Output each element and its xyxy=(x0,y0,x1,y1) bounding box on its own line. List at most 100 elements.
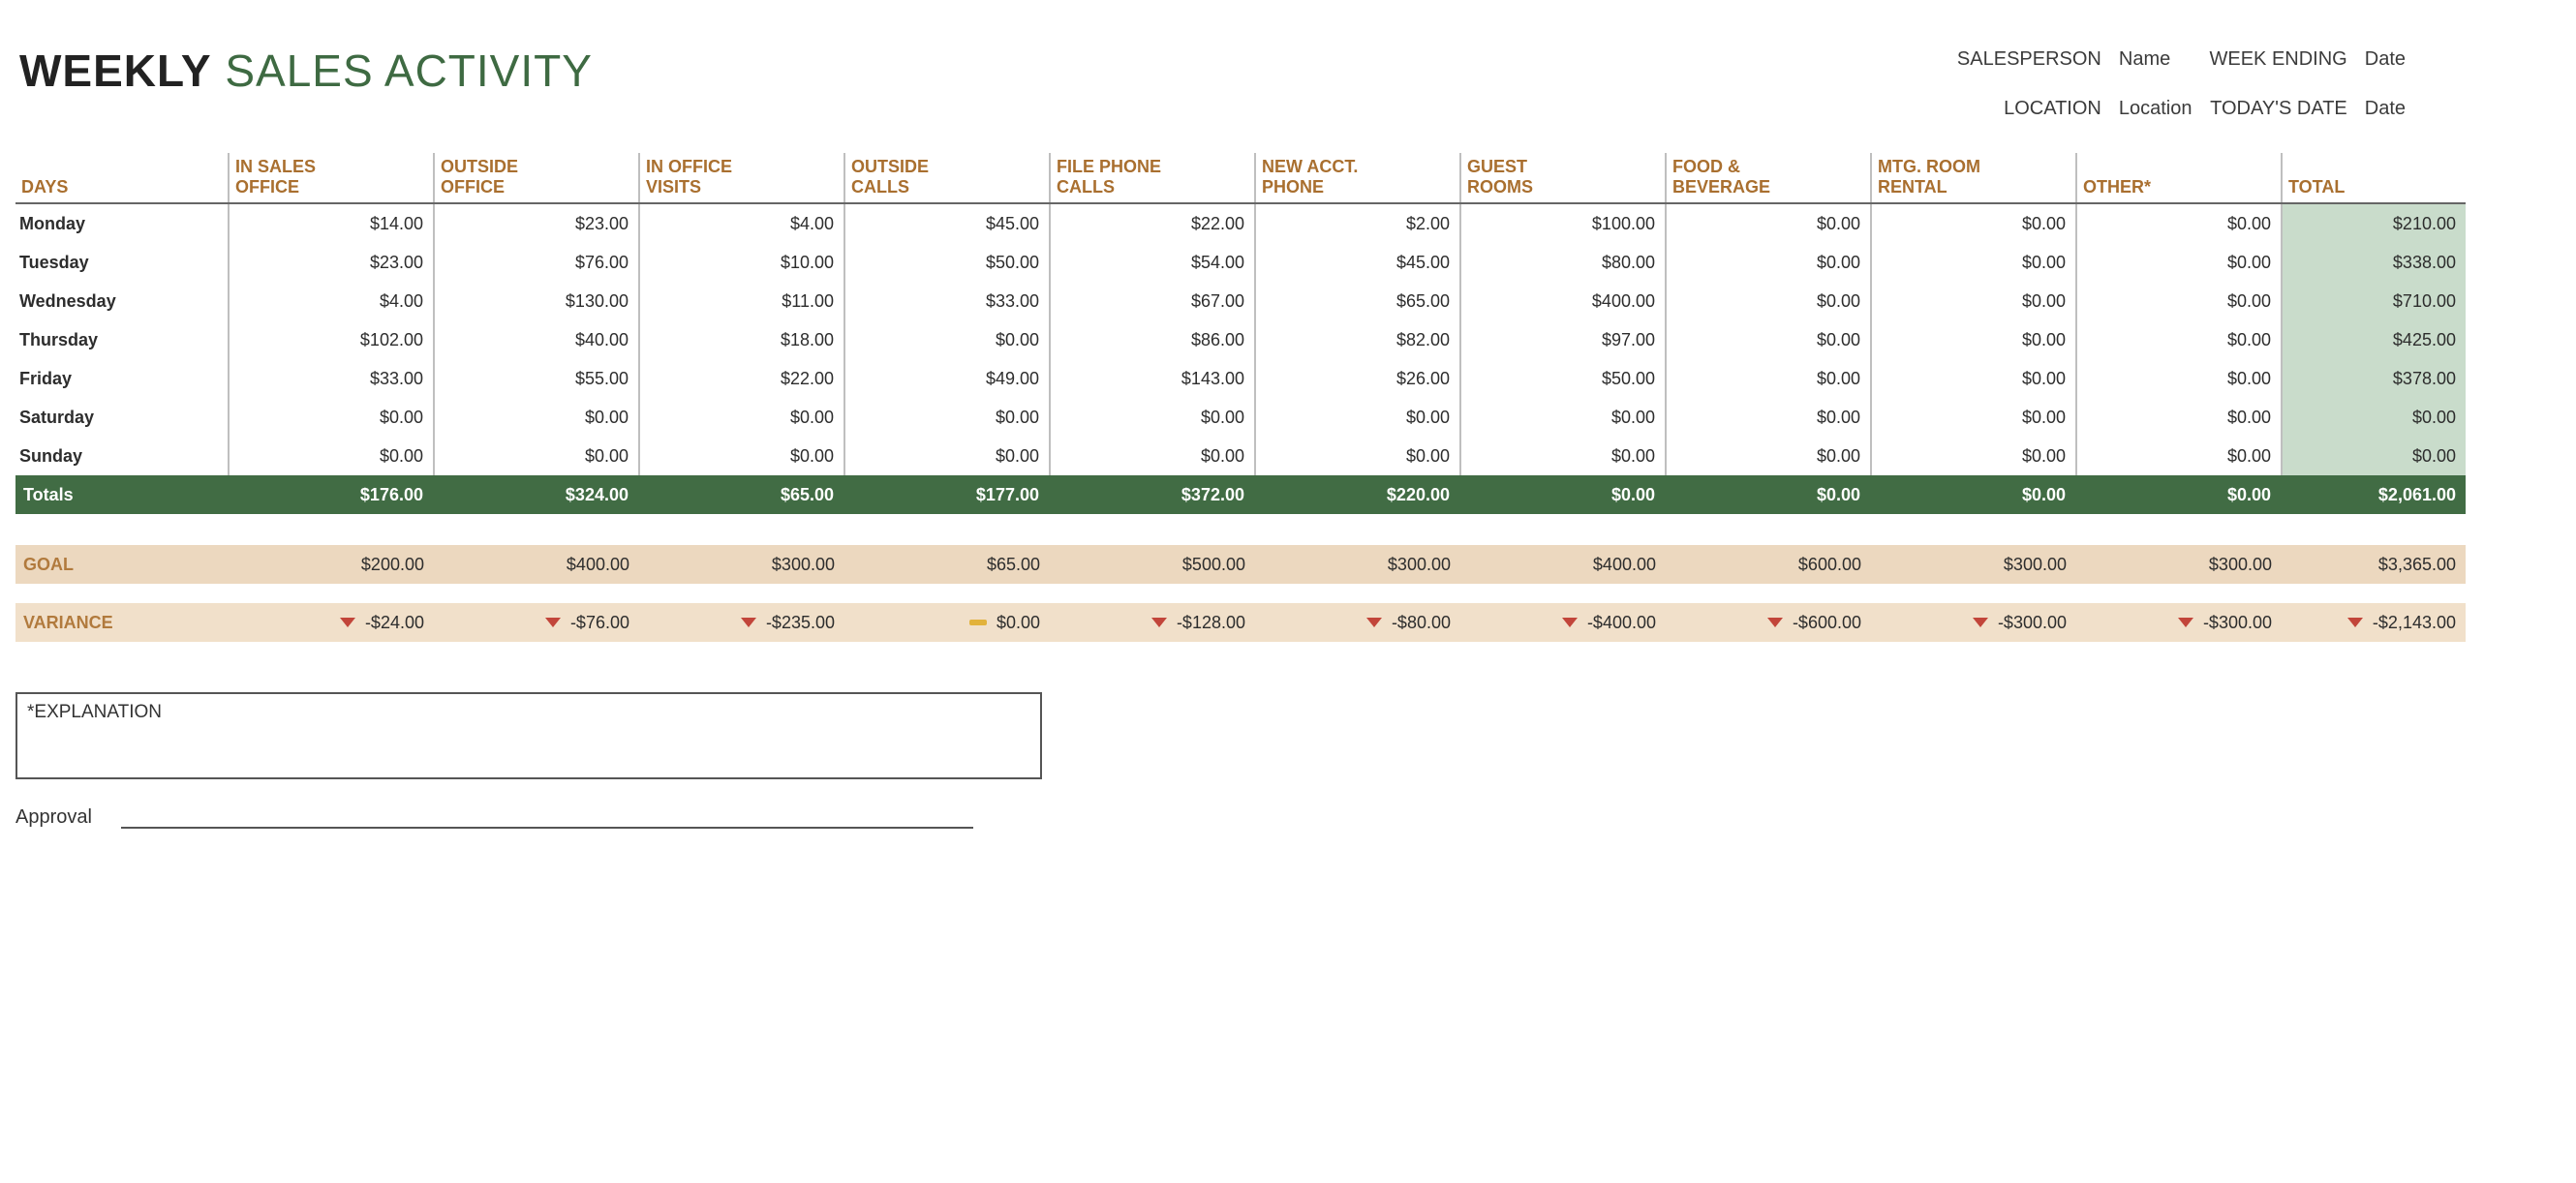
value-cell[interactable]: $0.00 xyxy=(1871,243,2076,282)
value-cell[interactable]: $102.00 xyxy=(229,320,434,359)
value-cell[interactable]: $0.00 xyxy=(229,437,434,475)
value-cell[interactable]: $0.00 xyxy=(2076,320,2282,359)
value-cell[interactable]: $0.00 xyxy=(1460,437,1666,475)
value-cell[interactable]: $0.00 xyxy=(844,437,1050,475)
value-cell[interactable]: $65.00 xyxy=(1255,282,1460,320)
value-cell[interactable]: $67.00 xyxy=(1050,282,1255,320)
value-cell[interactable]: $23.00 xyxy=(434,203,639,243)
salesperson-value[interactable]: Name xyxy=(2119,48,2193,71)
goal-cell[interactable]: $500.00 xyxy=(1050,545,1255,584)
goal-cell[interactable]: $200.00 xyxy=(229,545,434,584)
value-cell[interactable]: $55.00 xyxy=(434,359,639,398)
value-cell[interactable]: $130.00 xyxy=(434,282,639,320)
value-cell[interactable]: $0.00 xyxy=(1871,203,2076,243)
weekending-value[interactable]: Date xyxy=(2365,48,2406,71)
goal-label: GOAL xyxy=(15,545,229,584)
page-title: WEEKLY SALES ACTIVITY xyxy=(15,19,593,97)
value-cell[interactable]: $400.00 xyxy=(1460,282,1666,320)
goal-cell[interactable]: $400.00 xyxy=(434,545,639,584)
value-cell[interactable]: $0.00 xyxy=(2076,243,2282,282)
value-cell[interactable]: $0.00 xyxy=(2282,437,2466,475)
goal-cell[interactable]: $65.00 xyxy=(844,545,1050,584)
value-cell[interactable]: $0.00 xyxy=(2076,359,2282,398)
value-cell[interactable]: $0.00 xyxy=(434,437,639,475)
arrow-down-icon xyxy=(1366,618,1382,627)
value-cell[interactable]: $0.00 xyxy=(1871,437,2076,475)
value-cell[interactable]: $49.00 xyxy=(844,359,1050,398)
value-cell[interactable]: $0.00 xyxy=(2076,203,2282,243)
value-cell[interactable]: $50.00 xyxy=(1460,359,1666,398)
value-cell[interactable]: $143.00 xyxy=(1050,359,1255,398)
value-cell[interactable]: $0.00 xyxy=(639,398,844,437)
value-cell[interactable]: $45.00 xyxy=(1255,243,1460,282)
value-cell[interactable]: $338.00 xyxy=(2282,243,2466,282)
value-cell[interactable]: $378.00 xyxy=(2282,359,2466,398)
col-header: FOOD &BEVERAGE xyxy=(1666,153,1871,203)
value-cell[interactable]: $80.00 xyxy=(1460,243,1666,282)
value-cell[interactable]: $0.00 xyxy=(1460,398,1666,437)
value-cell[interactable]: $2.00 xyxy=(1255,203,1460,243)
value-cell[interactable]: $0.00 xyxy=(1666,359,1871,398)
value-cell[interactable]: $425.00 xyxy=(2282,320,2466,359)
goal-cell[interactable]: $300.00 xyxy=(1871,545,2076,584)
value-cell[interactable]: $0.00 xyxy=(1255,398,1460,437)
value-cell[interactable]: $0.00 xyxy=(1666,243,1871,282)
value-cell[interactable]: $100.00 xyxy=(1460,203,1666,243)
today-value[interactable]: Date xyxy=(2365,98,2406,120)
value-cell[interactable]: $76.00 xyxy=(434,243,639,282)
value-cell[interactable]: $26.00 xyxy=(1255,359,1460,398)
value-cell[interactable]: $18.00 xyxy=(639,320,844,359)
goal-cell[interactable]: $300.00 xyxy=(1255,545,1460,584)
explanation-box[interactable]: *EXPLANATION xyxy=(15,692,1042,779)
goal-cell[interactable]: $400.00 xyxy=(1460,545,1666,584)
value-cell[interactable]: $0.00 xyxy=(1871,398,2076,437)
value-cell[interactable]: $22.00 xyxy=(1050,203,1255,243)
goal-cell[interactable]: $300.00 xyxy=(639,545,844,584)
value-cell[interactable]: $0.00 xyxy=(1050,437,1255,475)
value-cell[interactable]: $4.00 xyxy=(639,203,844,243)
value-cell[interactable]: $86.00 xyxy=(1050,320,1255,359)
value-cell[interactable]: $0.00 xyxy=(2282,398,2466,437)
value-cell[interactable]: $0.00 xyxy=(1871,359,2076,398)
value-cell[interactable]: $0.00 xyxy=(1871,282,2076,320)
approval-signature-line[interactable] xyxy=(121,827,973,829)
value-cell[interactable]: $0.00 xyxy=(2076,437,2282,475)
value-cell[interactable]: $0.00 xyxy=(1050,398,1255,437)
value-cell[interactable]: $210.00 xyxy=(2282,203,2466,243)
goal-cell[interactable]: $3,365.00 xyxy=(2282,545,2466,584)
value-cell[interactable]: $54.00 xyxy=(1050,243,1255,282)
value-cell[interactable]: $97.00 xyxy=(1460,320,1666,359)
value-cell[interactable]: $11.00 xyxy=(639,282,844,320)
value-cell[interactable]: $0.00 xyxy=(844,398,1050,437)
value-cell[interactable]: $0.00 xyxy=(1666,437,1871,475)
value-cell[interactable]: $0.00 xyxy=(1666,282,1871,320)
value-cell[interactable]: $0.00 xyxy=(2076,398,2282,437)
value-cell[interactable]: $0.00 xyxy=(1255,437,1460,475)
value-cell[interactable]: $0.00 xyxy=(2076,282,2282,320)
col-header: TOTAL xyxy=(2282,153,2466,203)
location-value[interactable]: Location xyxy=(2119,98,2193,120)
value-cell[interactable]: $23.00 xyxy=(229,243,434,282)
value-cell[interactable]: $10.00 xyxy=(639,243,844,282)
value-cell[interactable]: $0.00 xyxy=(639,437,844,475)
value-cell[interactable]: $33.00 xyxy=(229,359,434,398)
goal-cell[interactable]: $600.00 xyxy=(1666,545,1871,584)
value-cell[interactable]: $0.00 xyxy=(844,320,1050,359)
value-cell[interactable]: $82.00 xyxy=(1255,320,1460,359)
totals-row: Totals$176.00$324.00$65.00$177.00$372.00… xyxy=(15,475,2466,514)
value-cell[interactable]: $0.00 xyxy=(1666,203,1871,243)
value-cell[interactable]: $40.00 xyxy=(434,320,639,359)
goal-cell[interactable]: $300.00 xyxy=(2076,545,2282,584)
value-cell[interactable]: $45.00 xyxy=(844,203,1050,243)
value-cell[interactable]: $50.00 xyxy=(844,243,1050,282)
value-cell[interactable]: $0.00 xyxy=(1666,320,1871,359)
value-cell[interactable]: $0.00 xyxy=(1871,320,2076,359)
value-cell[interactable]: $33.00 xyxy=(844,282,1050,320)
value-cell[interactable]: $14.00 xyxy=(229,203,434,243)
value-cell[interactable]: $0.00 xyxy=(1666,398,1871,437)
value-cell[interactable]: $0.00 xyxy=(434,398,639,437)
value-cell[interactable]: $22.00 xyxy=(639,359,844,398)
value-cell[interactable]: $710.00 xyxy=(2282,282,2466,320)
value-cell[interactable]: $0.00 xyxy=(229,398,434,437)
value-cell[interactable]: $4.00 xyxy=(229,282,434,320)
